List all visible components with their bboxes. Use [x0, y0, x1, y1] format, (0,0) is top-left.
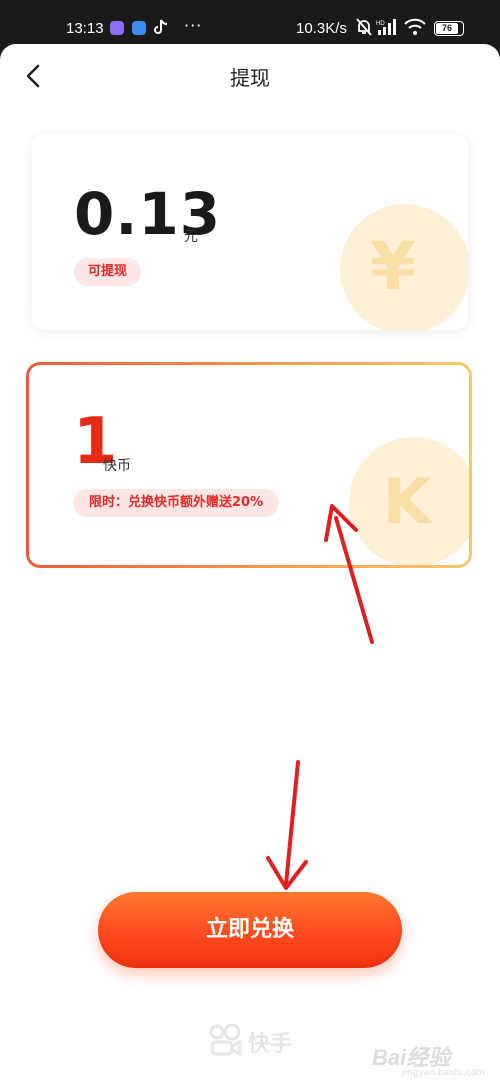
kuaishou-brand-text: 快手: [248, 1032, 293, 1057]
app-notification-icon-1: [110, 21, 124, 35]
wifi-icon: [404, 18, 426, 40]
status-bar: 13:13 ··· 10.3K/s HD 76: [0, 0, 500, 48]
annotation-arrow-card: [324, 504, 374, 644]
cash-unit: 元: [184, 229, 198, 245]
svg-text:HD: HD: [376, 21, 385, 27]
more-notifications-indicator: ···: [184, 16, 203, 35]
battery-icon: 76: [434, 21, 464, 36]
limited-time-bonus-tag: 限时：兑换快币额外赠送20%: [73, 489, 280, 517]
kuaishou-logo-icon: [209, 1024, 242, 1056]
page-title: 提现: [230, 66, 270, 90]
tiktok-icon: [154, 19, 168, 39]
app-notification-icon-2: [132, 21, 146, 35]
mute-bell-icon: [356, 18, 372, 40]
hd-signal-icon: HD: [376, 18, 398, 40]
status-time: 13:13: [66, 20, 104, 37]
yuan-coin-icon: ¥: [340, 204, 468, 330]
baidu-jingyan-watermark: Bai经验 jingyan.baidu.com: [372, 1040, 492, 1084]
cash-amount: 0.13: [74, 180, 222, 248]
battery-level: 76: [436, 23, 458, 34]
withdraw-page: 提现 ¥ 0.13 元 可提现 K 1 快币 限时：兑换快币额外赠送20% 立即…: [0, 44, 500, 1084]
kuaibi-exchange-card[interactable]: K 1 快币 限时：兑换快币额外赠送20%: [26, 362, 472, 568]
yuan-symbol: ¥: [370, 228, 416, 305]
kuaibi-symbol: K: [383, 465, 432, 538]
cash-balance-card[interactable]: ¥ 0.13 元 可提现: [32, 134, 468, 330]
kuaibi-unit: 快币: [103, 458, 131, 474]
watermark-url: jingyan.baidu.com: [402, 1068, 486, 1078]
exchange-now-button[interactable]: 立即兑换: [98, 892, 402, 968]
network-speed: 10.3K/s: [296, 20, 347, 37]
annotation-arrow-button: [266, 760, 308, 890]
kuaibi-card-body: K 1 快币 限时：兑换快币额外赠送20%: [29, 365, 469, 565]
withdrawable-tag: 可提现: [74, 258, 142, 286]
